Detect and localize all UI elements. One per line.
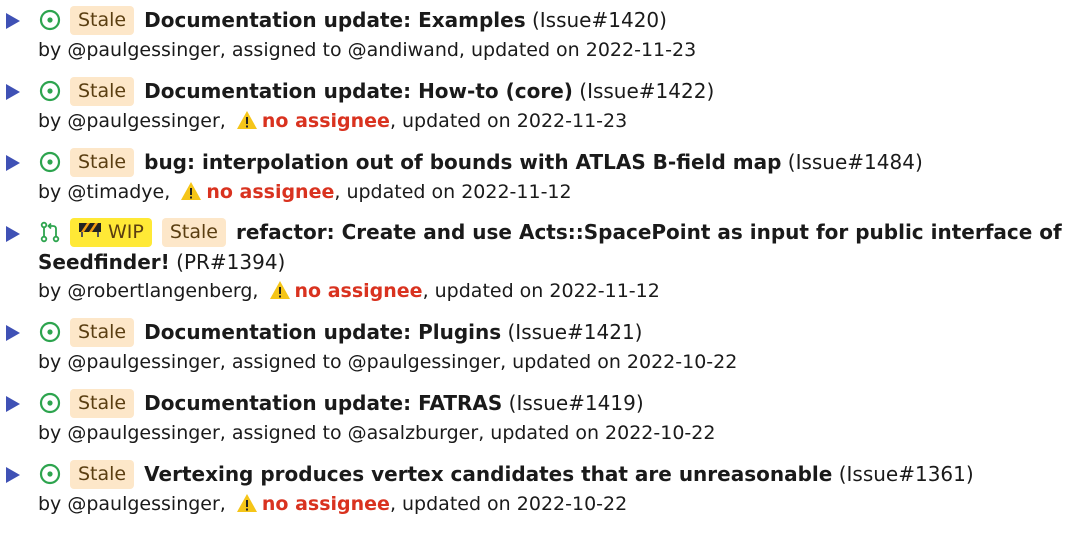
issue-open-icon: [38, 150, 62, 174]
issue-open-icon: [38, 391, 62, 415]
updated-date: , updated on 2022-11-23: [389, 110, 628, 132]
issue-open-icon: [38, 8, 62, 32]
author: by @paulgessinger,: [38, 110, 226, 132]
expand-triangle-icon[interactable]: [6, 84, 20, 100]
issue-ref[interactable]: (Issue#1422): [579, 79, 714, 103]
list-item[interactable]: Stale Documentation update: Examples (Is…: [0, 4, 1066, 64]
issue-meta: by @paulgessinger, assigned to @andiwand…: [38, 36, 1066, 64]
issue-meta: by @robertlangenberg, no assignee, updat…: [38, 277, 1066, 305]
expand-triangle-icon[interactable]: [6, 396, 20, 412]
issue-list: Stale Documentation update: Examples (Is…: [0, 0, 1066, 518]
issue-ref[interactable]: (Issue#1361): [839, 462, 974, 486]
author: by @timadye,: [38, 181, 171, 203]
list-item[interactable]: Stale Vertexing produces vertex candidat…: [0, 458, 1066, 518]
updated-date: , updated on 2022-11-12: [334, 181, 572, 203]
author: by @paulgessinger,: [38, 493, 226, 515]
no-assignee-text: no assignee: [261, 110, 390, 132]
issue-title[interactable]: Documentation update: How-to (core): [144, 79, 573, 103]
warning-icon: [269, 280, 291, 300]
no-assignee-text: no assignee: [261, 493, 390, 515]
stale-badge: Stale: [70, 317, 135, 347]
updated-date: , updated on 2022-11-12: [422, 280, 660, 302]
author: by @paulgessinger,: [38, 39, 226, 61]
construction-icon: [78, 219, 102, 245]
issue-meta: by @paulgessinger, no assignee, updated …: [38, 490, 1066, 518]
issue-title[interactable]: Vertexing produces vertex candidates tha…: [144, 462, 832, 486]
issue-meta: by @paulgessinger, no assignee, updated …: [38, 107, 1066, 135]
expand-triangle-icon[interactable]: [6, 155, 20, 171]
pull-request-icon: [38, 220, 62, 244]
no-assignee-text: no assignee: [294, 280, 423, 302]
warning-icon: [236, 110, 258, 130]
pr-ref[interactable]: (PR#1394): [176, 250, 285, 274]
issue-meta: by @paulgessinger, assigned to @asalzbur…: [38, 419, 1066, 447]
updated-date: updated on 2022-11-23: [464, 39, 697, 61]
list-item[interactable]: Stale Documentation update: Plugins (Iss…: [0, 316, 1066, 376]
pr-title-continued[interactable]: Seedfinder!: [38, 250, 170, 274]
assignee: assigned to @asalzburger,: [225, 422, 485, 444]
no-assignee-text: no assignee: [206, 181, 335, 203]
issue-meta: by @timadye, no assignee, updated on 202…: [38, 178, 1066, 206]
expand-triangle-icon[interactable]: [6, 13, 20, 29]
list-item[interactable]: Stale bug: interpolation out of bounds w…: [0, 146, 1066, 206]
list-item[interactable]: Stale Documentation update: How-to (core…: [0, 75, 1066, 135]
stale-badge: Stale: [70, 76, 135, 106]
stale-badge: Stale: [70, 388, 135, 418]
author: by @paulgessinger,: [38, 422, 226, 444]
author: by @robertlangenberg,: [38, 280, 259, 302]
expand-triangle-icon[interactable]: [6, 325, 20, 341]
updated-date: updated on 2022-10-22: [484, 422, 716, 444]
issue-title[interactable]: bug: interpolation out of bounds with AT…: [144, 150, 781, 174]
stale-badge: Stale: [70, 459, 135, 489]
stale-badge: Stale: [161, 217, 226, 247]
wip-badge: WIP: [70, 217, 152, 247]
issue-ref[interactable]: (Issue#1419): [509, 391, 644, 415]
updated-date: updated on 2022-10-22: [506, 351, 738, 373]
pr-title[interactable]: refactor: Create and use Acts::SpacePoin…: [236, 217, 1062, 247]
list-item[interactable]: Stale Documentation update: FATRAS (Issu…: [0, 387, 1066, 447]
issue-title[interactable]: Documentation update: Plugins: [144, 320, 501, 344]
issue-open-icon: [38, 79, 62, 103]
issue-meta: by @paulgessinger, assigned to @paulgess…: [38, 348, 1066, 376]
issue-ref[interactable]: (Issue#1421): [508, 320, 643, 344]
updated-date: , updated on 2022-10-22: [389, 493, 628, 515]
warning-icon: [236, 493, 258, 513]
wip-text: WIP: [108, 220, 144, 243]
author: by @paulgessinger,: [38, 351, 226, 373]
assignee: assigned to @paulgessinger,: [225, 351, 507, 373]
list-item[interactable]: WIP Stale refactor: Create and use Acts:…: [0, 217, 1066, 305]
warning-icon: [180, 181, 202, 201]
issue-ref[interactable]: (Issue#1420): [532, 8, 667, 32]
issue-title[interactable]: Documentation update: Examples: [144, 8, 525, 32]
issue-open-icon: [38, 462, 62, 486]
issue-title[interactable]: Documentation update: FATRAS: [144, 391, 502, 415]
assignee: assigned to @andiwand,: [225, 39, 465, 61]
expand-triangle-icon[interactable]: [6, 467, 20, 483]
stale-badge: Stale: [70, 147, 135, 177]
stale-badge: Stale: [70, 5, 135, 35]
issue-open-icon: [38, 320, 62, 344]
expand-triangle-icon[interactable]: [6, 226, 20, 242]
issue-ref[interactable]: (Issue#1484): [788, 150, 923, 174]
